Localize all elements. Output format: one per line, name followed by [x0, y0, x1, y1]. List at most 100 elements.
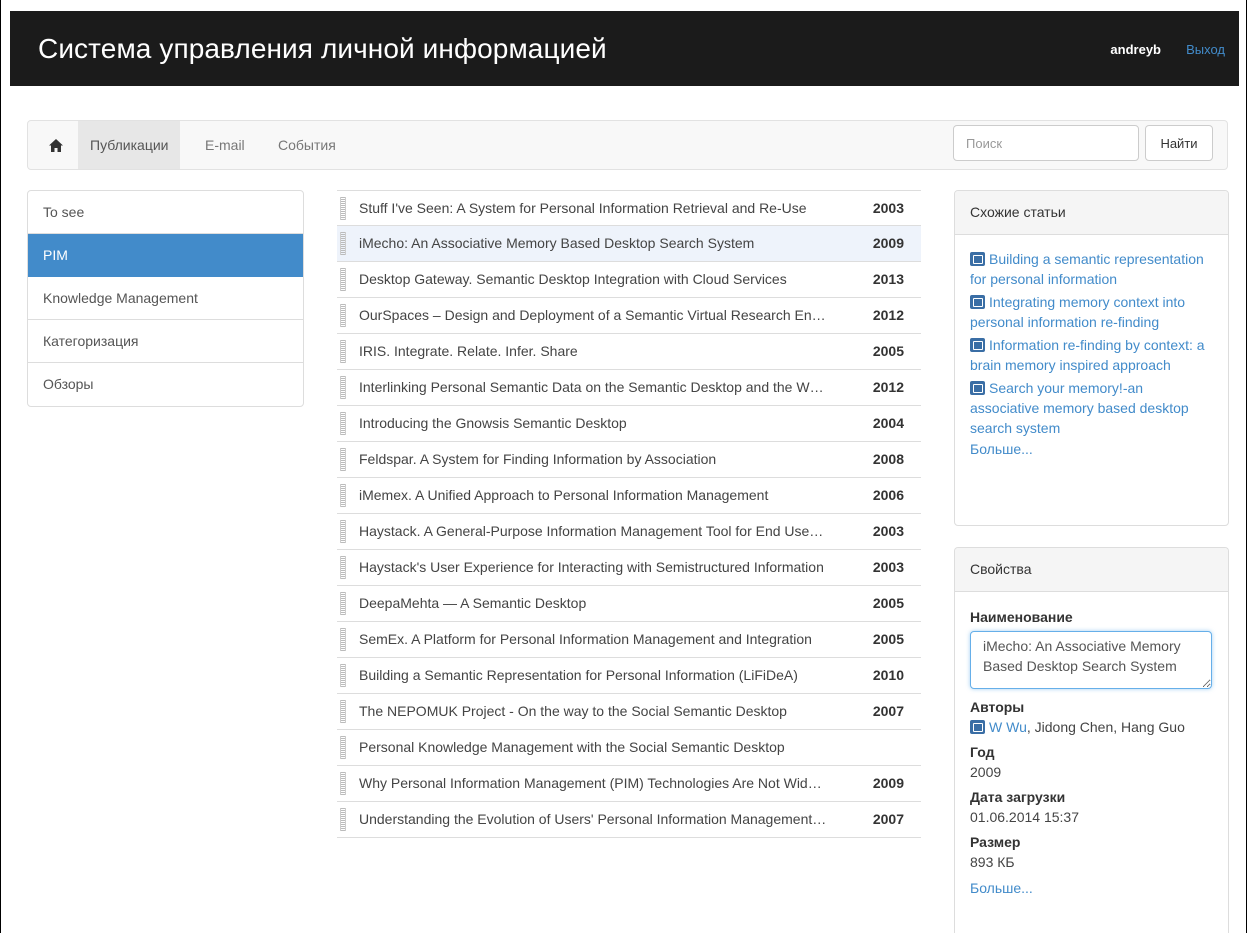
publication-year: 2009 [872, 235, 904, 251]
publication-title: DeepaMehta — A Semantic Desktop [359, 595, 587, 611]
similar-more-link[interactable]: Больше... [970, 441, 1033, 457]
name-label: Наименование [970, 609, 1073, 625]
publication-row[interactable]: iMemex. A Unified Approach to Personal I… [337, 478, 921, 514]
publication-list: Stuff I've Seen: A System for Personal I… [337, 190, 921, 838]
authors-label: Авторы [970, 699, 1025, 715]
document-icon [970, 295, 985, 309]
drag-handle-icon[interactable] [340, 700, 346, 723]
publication-year: 2013 [872, 271, 904, 287]
publication-title: Why Personal Information Management (PIM… [359, 775, 822, 791]
drag-handle-icon[interactable] [340, 736, 346, 759]
category-to-see[interactable]: To see [28, 191, 303, 234]
header: Система управления личной информацией an… [10, 11, 1239, 86]
name-field[interactable]: iMecho: An Associative Memory Based Desk… [970, 631, 1212, 689]
publication-row[interactable]: The NEPOMUK Project - On the way to the … [337, 694, 921, 730]
publication-title: Personal Knowledge Management with the S… [359, 739, 785, 755]
size-value: 893 КБ [970, 854, 1015, 870]
drag-handle-icon[interactable] [340, 376, 346, 399]
drag-handle-icon[interactable] [340, 304, 346, 327]
properties-more-link[interactable]: Больше... [970, 880, 1033, 896]
similar-article-link[interactable]: Search your memory!-an associative memor… [970, 378, 1213, 438]
similar-article-link[interactable]: Information re-finding by context: a bra… [970, 335, 1213, 375]
similar-articles-panel: Схожие статьи Building a semantic repres… [954, 190, 1229, 526]
drag-handle-icon[interactable] [340, 197, 346, 220]
publication-title: Haystack's User Experience for Interacti… [359, 559, 824, 575]
publication-title: iMemex. A Unified Approach to Personal I… [359, 487, 769, 503]
publication-row[interactable]: Haystack. A General-Purpose Information … [337, 514, 921, 550]
upload-date-label: Дата загрузки [970, 789, 1066, 805]
publication-year: 2005 [872, 595, 904, 611]
similar-articles-title: Схожие статьи [955, 191, 1228, 235]
publication-year: 2007 [872, 703, 904, 719]
similar-article-title: Building a semantic representation for p… [970, 251, 1204, 287]
publication-title: Desktop Gateway. Semantic Desktop Integr… [359, 271, 787, 287]
size-label: Размер [970, 834, 1021, 850]
category-pim[interactable]: PIM [28, 234, 303, 277]
publication-title: Understanding the Evolution of Users' Pe… [359, 811, 827, 827]
publication-row[interactable]: Desktop Gateway. Semantic Desktop Integr… [337, 262, 921, 298]
document-icon [970, 720, 985, 734]
upload-date-value: 01.06.2014 15:37 [970, 809, 1079, 825]
navbar: Публикации E-mail События Найти [27, 120, 1228, 170]
publication-row[interactable]: iMecho: An Associative Memory Based Desk… [337, 226, 921, 262]
drag-handle-icon[interactable] [340, 772, 346, 795]
drag-handle-icon[interactable] [340, 340, 346, 363]
similar-article-link[interactable]: Building a semantic representation for p… [970, 249, 1213, 289]
publication-row[interactable]: Why Personal Information Management (PIM… [337, 766, 921, 802]
publication-year: 2004 [872, 415, 904, 431]
drag-handle-icon[interactable] [340, 556, 346, 579]
tab-email[interactable]: E-mail [205, 121, 245, 169]
drag-handle-icon[interactable] [340, 484, 346, 507]
logout-link[interactable]: Выход [1186, 42, 1225, 57]
drag-handle-icon[interactable] [340, 268, 346, 291]
drag-handle-icon[interactable] [340, 448, 346, 471]
tab-publications[interactable]: Публикации [78, 121, 181, 169]
publication-year: 2003 [872, 523, 904, 539]
document-icon [970, 252, 985, 266]
publication-row[interactable]: Haystack's User Experience for Interacti… [337, 550, 921, 586]
app-title: Система управления личной информацией [38, 33, 607, 64]
drag-handle-icon[interactable] [340, 664, 346, 687]
authors-rest: , Jidong Chen, Hang Guo [1026, 719, 1185, 735]
category-categorization[interactable]: Категоризация [28, 320, 303, 363]
drag-handle-icon[interactable] [340, 520, 346, 543]
search-input[interactable] [953, 125, 1139, 161]
drag-handle-icon[interactable] [340, 808, 346, 831]
publication-year: 2008 [872, 451, 904, 467]
publication-year: 2012 [872, 379, 904, 395]
author-link[interactable]: W Wu [989, 719, 1027, 735]
publication-row[interactable]: Introducing the Gnowsis Semantic Desktop… [337, 406, 921, 442]
publication-row[interactable]: OurSpaces – Design and Deployment of a S… [337, 298, 921, 334]
publication-row[interactable]: Stuff I've Seen: A System for Personal I… [337, 190, 921, 226]
category-reviews[interactable]: Обзоры [28, 363, 303, 406]
similar-article-title: Information re-finding by context: a bra… [970, 337, 1205, 373]
home-icon [49, 138, 63, 152]
publication-row[interactable]: DeepaMehta — A Semantic Desktop 2005 [337, 586, 921, 622]
drag-handle-icon[interactable] [340, 628, 346, 651]
publication-title: Haystack. A General-Purpose Information … [359, 523, 824, 539]
publication-title: Building a Semantic Representation for P… [359, 667, 798, 683]
publication-title: The NEPOMUK Project - On the way to the … [359, 703, 787, 719]
similar-article-link[interactable]: Integrating memory context into personal… [970, 292, 1213, 332]
publication-row[interactable]: Personal Knowledge Management with the S… [337, 730, 921, 766]
username: andreyb [1110, 42, 1161, 57]
publication-row[interactable]: Understanding the Evolution of Users' Pe… [337, 802, 921, 838]
category-knowledge-management[interactable]: Knowledge Management [28, 277, 303, 320]
year-value: 2009 [970, 764, 1002, 780]
publication-row[interactable]: Building a Semantic Representation for P… [337, 658, 921, 694]
similar-article-title: Search your memory!-an associative memor… [970, 380, 1189, 436]
publication-row[interactable]: Feldspar. A System for Finding Informati… [337, 442, 921, 478]
drag-handle-icon[interactable] [340, 232, 346, 255]
home-button[interactable] [38, 121, 74, 169]
publication-row[interactable]: SemEx. A Platform for Personal Informati… [337, 622, 921, 658]
tab-events[interactable]: События [278, 121, 336, 169]
publication-row[interactable]: IRIS. Integrate. Relate. Infer. Share 200… [337, 334, 921, 370]
category-list: To see PIM Knowledge Management Категори… [27, 190, 304, 407]
publication-row[interactable]: Interlinking Personal Semantic Data on t… [337, 370, 921, 406]
drag-handle-icon[interactable] [340, 592, 346, 615]
publication-title: Stuff I've Seen: A System for Personal I… [359, 200, 807, 216]
search-button[interactable]: Найти [1145, 125, 1213, 161]
publication-title: Interlinking Personal Semantic Data on t… [359, 379, 824, 395]
drag-handle-icon[interactable] [340, 412, 346, 435]
publication-title: iMecho: An Associative Memory Based Desk… [359, 235, 755, 251]
